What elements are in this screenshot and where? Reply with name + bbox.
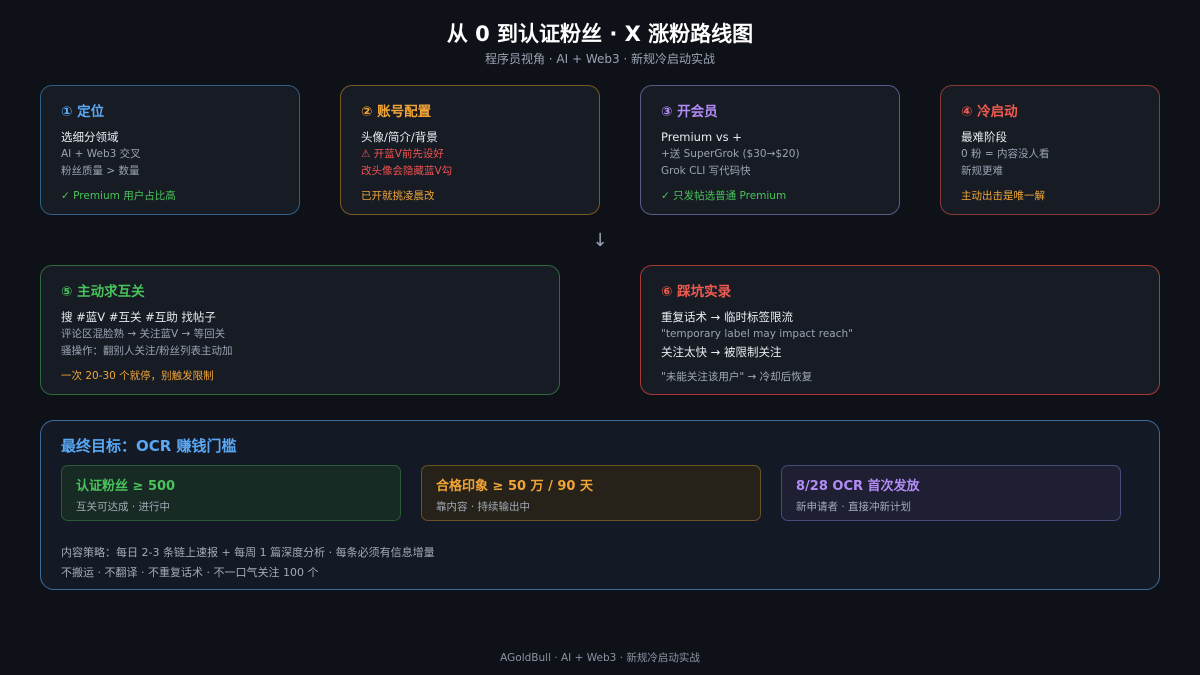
page-subtitle: 程序员视角 · AI + Web3 · 新规冷启动实战 <box>484 52 716 66</box>
step-note: 已开就挑凌晨改 <box>361 190 435 202</box>
goal-title: 最终目标：OCR 赚钱门槛 <box>61 437 237 455</box>
goal-panel: 最终目标：OCR 赚钱门槛 认证粉丝 ≥ 500 互关可达成 · 进行中 合格印… <box>40 420 1160 590</box>
step-title: ③ 开会员 <box>661 104 718 120</box>
step-main: 头像/简介/背景 <box>361 130 438 144</box>
page-title: 从 0 到认证粉丝 · X 涨粉路线图 <box>446 22 754 46</box>
step-card-positioning: ① 定位 选细分领域 AI + Web3 交叉 粉丝质量 > 数量 ✓ Prem… <box>40 85 300 215</box>
step-line: 评论区混脸熟 → 关注蓝V → 等回关 <box>61 328 226 340</box>
metric-title: 合格印象 ≥ 50 万 / 90 天 <box>436 479 593 494</box>
content-strategy: 内容策略：每日 2-3 条链上速报 + 每周 1 篇深度分析 · 每条必须有信息… <box>61 543 435 583</box>
down-arrow-icon: ↓ <box>592 230 608 251</box>
step-card-pitfalls: ⑥ 踩坑实录 重复话术 → 临时标签限流 "temporary label ma… <box>640 265 1160 395</box>
goal-metric-ocr-payout: 8/28 OCR 首次发放 新申请者 · 直接冲新计划 <box>781 465 1121 521</box>
step-quote: "temporary label may impact reach" <box>661 328 853 340</box>
metric-sub: 靠内容 · 持续输出中 <box>436 501 531 513</box>
step-line: 骚操作：翻别人关注/粉丝列表主动加 <box>61 345 233 357</box>
footer-credit: AGoldBull · AI + Web3 · 新规冷启动实战 <box>500 652 700 664</box>
step-note: 主动出击是唯一解 <box>961 190 1045 202</box>
step-card-cold-start: ④ 冷启动 最难阶段 0 粉 = 内容没人看 新规更难 主动出击是唯一解 <box>940 85 1160 215</box>
step-main: 重复话术 → 临时标签限流 <box>661 310 793 324</box>
step-card-account-setup: ② 账号配置 头像/简介/背景 ⚠ 开蓝V前先设好 改头像会隐藏蓝V勾 已开就挑… <box>340 85 600 215</box>
goal-metric-impressions: 合格印象 ≥ 50 万 / 90 天 靠内容 · 持续输出中 <box>421 465 761 521</box>
step-line: AI + Web3 交叉 <box>61 148 141 160</box>
step-title: ⑥ 踩坑实录 <box>661 284 732 300</box>
step-title: ④ 冷启动 <box>961 104 1018 120</box>
step-line: 粉丝质量 > 数量 <box>61 165 140 177</box>
step-title: ⑤ 主动求互关 <box>61 284 145 300</box>
step-main: 搜 #蓝V #互关 #互助 找帖子 <box>61 310 216 324</box>
strategy-line: 不搬运 · 不翻译 · 不重复话术 · 不一口气关注 100 个 <box>61 566 319 579</box>
step-line: 0 粉 = 内容没人看 <box>961 148 1050 160</box>
step-title: ② 账号配置 <box>361 104 432 120</box>
goal-metric-followers: 认证粉丝 ≥ 500 互关可达成 · 进行中 <box>61 465 401 521</box>
metric-sub: 新申请者 · 直接冲新计划 <box>796 501 912 513</box>
step-card-membership: ③ 开会员 Premium vs + +送 SuperGrok ($30→$20… <box>640 85 900 215</box>
step-main-secondary: 关注太快 → 被限制关注 <box>661 345 782 359</box>
step-note: "未能关注该用户" → 冷却后恢复 <box>661 371 813 383</box>
strategy-line: 内容策略：每日 2-3 条链上速报 + 每周 1 篇深度分析 · 每条必须有信息… <box>61 546 435 559</box>
metric-title: 8/28 OCR 首次发放 <box>796 479 920 494</box>
step-main: 最难阶段 <box>961 130 1007 144</box>
step-main: 选细分领域 <box>61 130 119 144</box>
step-note: ✓ 只发帖选普通 Premium <box>661 190 787 202</box>
step-note: 一次 20-30 个就停，别触发限制 <box>61 370 214 382</box>
step-main: Premium vs + <box>661 130 742 144</box>
step-title: ① 定位 <box>61 104 105 120</box>
step-card-mutual-follow: ⑤ 主动求互关 搜 #蓝V #互关 #互助 找帖子 评论区混脸熟 → 关注蓝V … <box>40 265 560 395</box>
step-note: ✓ Premium 用户占比高 <box>61 190 176 202</box>
metric-sub: 互关可达成 · 进行中 <box>76 501 171 513</box>
step-line: 新规更难 <box>961 165 1003 177</box>
step-line: +送 SuperGrok ($30→$20) <box>661 148 800 160</box>
step-warning: ⚠ 开蓝V前先设好 <box>361 148 444 160</box>
step-warning: 改头像会隐藏蓝V勾 <box>361 165 453 177</box>
metric-title: 认证粉丝 ≥ 500 <box>76 479 176 494</box>
step-line: Grok CLI 写代码快 <box>661 165 751 177</box>
